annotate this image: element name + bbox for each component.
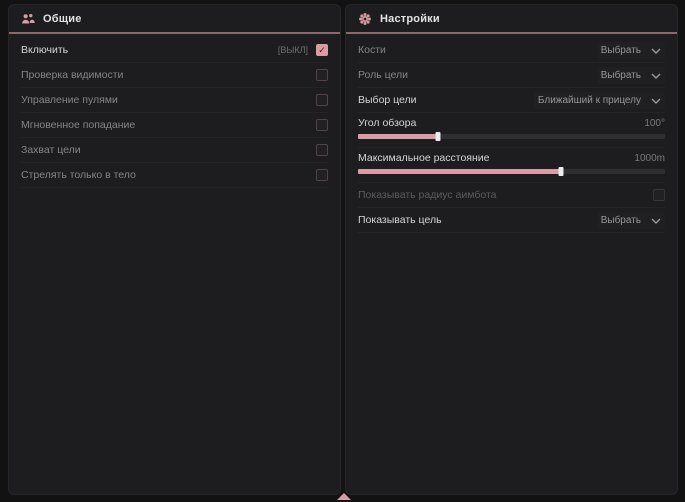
settings-row: Показывать радиус аимбота [358, 183, 665, 208]
checkbox[interactable] [316, 69, 328, 81]
settings-row: Включить [ВЫКЛ] ✓ [21, 38, 328, 63]
settings-row: Роль цели Выбрать [358, 63, 665, 88]
slider-track[interactable] [358, 169, 665, 174]
checkbox[interactable] [316, 119, 328, 131]
dropdown-value: Выбрать [601, 45, 641, 56]
settings-row: Стрелять только в тело [21, 163, 328, 188]
settings-panel-body: Кости Выбрать Роль цели Выбрать Выбор цели Бл… [346, 34, 677, 233]
settings-panel-header: Настройки [346, 5, 677, 32]
row-value: 100° [644, 118, 665, 129]
row-label: Захват цели [21, 144, 81, 156]
general-panel-title: Общие [43, 13, 82, 25]
row-label: Показывать радиус аимбота [358, 189, 497, 201]
general-panel-header: Общие [9, 5, 340, 32]
settings-row: Угол обзора 100° [358, 113, 665, 148]
chevron-down-icon [651, 73, 661, 79]
checkbox[interactable] [316, 169, 328, 181]
row-label: Угол обзора [358, 117, 416, 129]
row-label: Управление пулями [21, 94, 118, 106]
general-panel-body: Включить [ВЫКЛ] ✓ Проверка видимости Управле… [9, 34, 340, 188]
chevron-down-icon [651, 218, 661, 224]
settings-row: Захват цели [21, 138, 328, 163]
settings-row: Кости Выбрать [358, 38, 665, 63]
dropdown-value: Выбрать [601, 215, 641, 226]
checkbox[interactable] [316, 144, 328, 156]
slider-handle[interactable] [435, 132, 440, 141]
settings-row: Мгновенное попадание [21, 113, 328, 138]
slider-fill [358, 134, 438, 139]
dropdown[interactable]: Выбрать [597, 212, 665, 229]
chevron-down-icon [651, 98, 661, 104]
users-icon [21, 12, 35, 26]
dropdown-value: Ближайший к прицелу [538, 95, 641, 106]
dropdown[interactable]: Выбрать [597, 42, 665, 59]
gear-icon [358, 12, 372, 26]
row-label: Проверка видимости [21, 69, 123, 81]
row-value: 1000m [634, 153, 665, 164]
settings-panel-title: Настройки [380, 13, 440, 25]
checkbox[interactable]: ✓ [316, 44, 328, 56]
dropdown[interactable]: Выбрать [597, 67, 665, 84]
slider-handle[interactable] [558, 167, 563, 176]
slider-fill [358, 169, 561, 174]
row-label: Роль цели [358, 69, 408, 81]
settings-row: Показывать цель Выбрать [358, 208, 665, 233]
settings-row: Максимальное расстояние 1000m [358, 148, 665, 183]
row-label: Показывать цель [358, 214, 442, 226]
settings-row: Управление пулями [21, 88, 328, 113]
row-label: Мгновенное попадание [21, 119, 135, 131]
row-label: Выбор цели [358, 94, 417, 106]
row-label: Включить [21, 44, 68, 56]
settings-row: Выбор цели Ближайший к прицелу [358, 88, 665, 113]
chevron-down-icon [651, 48, 661, 54]
row-label: Кости [358, 44, 386, 56]
checkbox[interactable] [316, 94, 328, 106]
check-icon: ✓ [318, 46, 326, 55]
dropdown-value: Выбрать [601, 70, 641, 81]
dropdown[interactable]: Ближайший к прицелу [534, 92, 665, 109]
row-label: Стрелять только в тело [21, 169, 136, 181]
settings-panel: Настройки Кости Выбрать Роль цели Выбрать Вы… [345, 4, 678, 495]
triangle-up-icon[interactable] [337, 493, 351, 500]
hotkey-label: [ВЫКЛ] [278, 45, 308, 55]
settings-row: Проверка видимости [21, 63, 328, 88]
checkbox[interactable] [653, 189, 665, 201]
general-panel: Общие Включить [ВЫКЛ] ✓ Проверка видимости У… [8, 4, 341, 495]
row-label: Максимальное расстояние [358, 152, 489, 164]
slider-track[interactable] [358, 134, 665, 139]
